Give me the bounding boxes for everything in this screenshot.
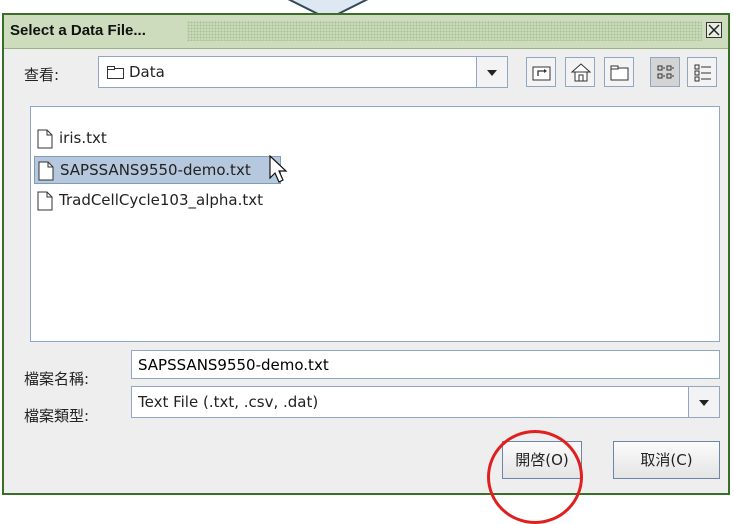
open-button[interactable]: 開啓(O) bbox=[502, 441, 582, 479]
home-icon bbox=[570, 63, 592, 82]
new-folder-button[interactable] bbox=[604, 57, 634, 87]
file-icon bbox=[37, 129, 53, 149]
file-icon bbox=[38, 161, 54, 181]
list-view-button[interactable] bbox=[650, 57, 680, 87]
dialog-title: Select a Data File... bbox=[10, 22, 146, 39]
file-item-selected[interactable]: SAPSSANS9550-demo.txt bbox=[34, 156, 281, 184]
file-type-value: Text File (.txt, .csv, .dat) bbox=[138, 393, 319, 411]
file-name: TradCellCycle103_alpha.txt bbox=[59, 191, 263, 209]
file-name: SAPSSANS9550-demo.txt bbox=[60, 161, 251, 179]
chevron-down-icon bbox=[487, 70, 497, 76]
look-in-label: 查看: bbox=[24, 66, 60, 84]
title-bar[interactable]: Select a Data File... bbox=[4, 15, 728, 49]
up-folder-icon bbox=[532, 66, 551, 81]
folder-icon bbox=[107, 66, 124, 79]
file-name-label: 檔案名稱: bbox=[24, 370, 90, 388]
details-view-button[interactable] bbox=[687, 57, 717, 87]
file-item[interactable]: iris.txt bbox=[34, 125, 281, 153]
cancel-button[interactable]: 取消(C) bbox=[613, 441, 720, 479]
new-folder-icon bbox=[610, 65, 629, 81]
look-in-arrow-button[interactable] bbox=[476, 57, 507, 87]
file-list[interactable]: iris.txt SAPSSANS9550-demo.txt TradCellC… bbox=[30, 106, 720, 342]
file-icon bbox=[37, 191, 53, 211]
mouse-pointer-icon bbox=[269, 155, 288, 183]
file-type-label: 檔案類型: bbox=[24, 407, 90, 425]
home-button[interactable] bbox=[565, 57, 595, 87]
look-in-dropdown[interactable]: Data bbox=[98, 56, 508, 88]
chevron-down-icon bbox=[699, 400, 709, 406]
file-name: iris.txt bbox=[59, 129, 107, 147]
title-bar-texture bbox=[187, 21, 702, 41]
close-button[interactable] bbox=[706, 22, 722, 38]
close-icon bbox=[708, 24, 720, 36]
details-view-icon bbox=[694, 64, 711, 82]
list-view-icon bbox=[657, 65, 674, 79]
look-in-value: Data bbox=[129, 63, 165, 81]
file-name-input[interactable] bbox=[131, 350, 720, 379]
file-type-arrow-button[interactable] bbox=[688, 387, 719, 417]
file-item[interactable]: TradCellCycle103_alpha.txt bbox=[34, 187, 281, 215]
file-type-dropdown[interactable]: Text File (.txt, .csv, .dat) bbox=[131, 386, 720, 418]
up-one-level-button[interactable] bbox=[526, 57, 556, 87]
